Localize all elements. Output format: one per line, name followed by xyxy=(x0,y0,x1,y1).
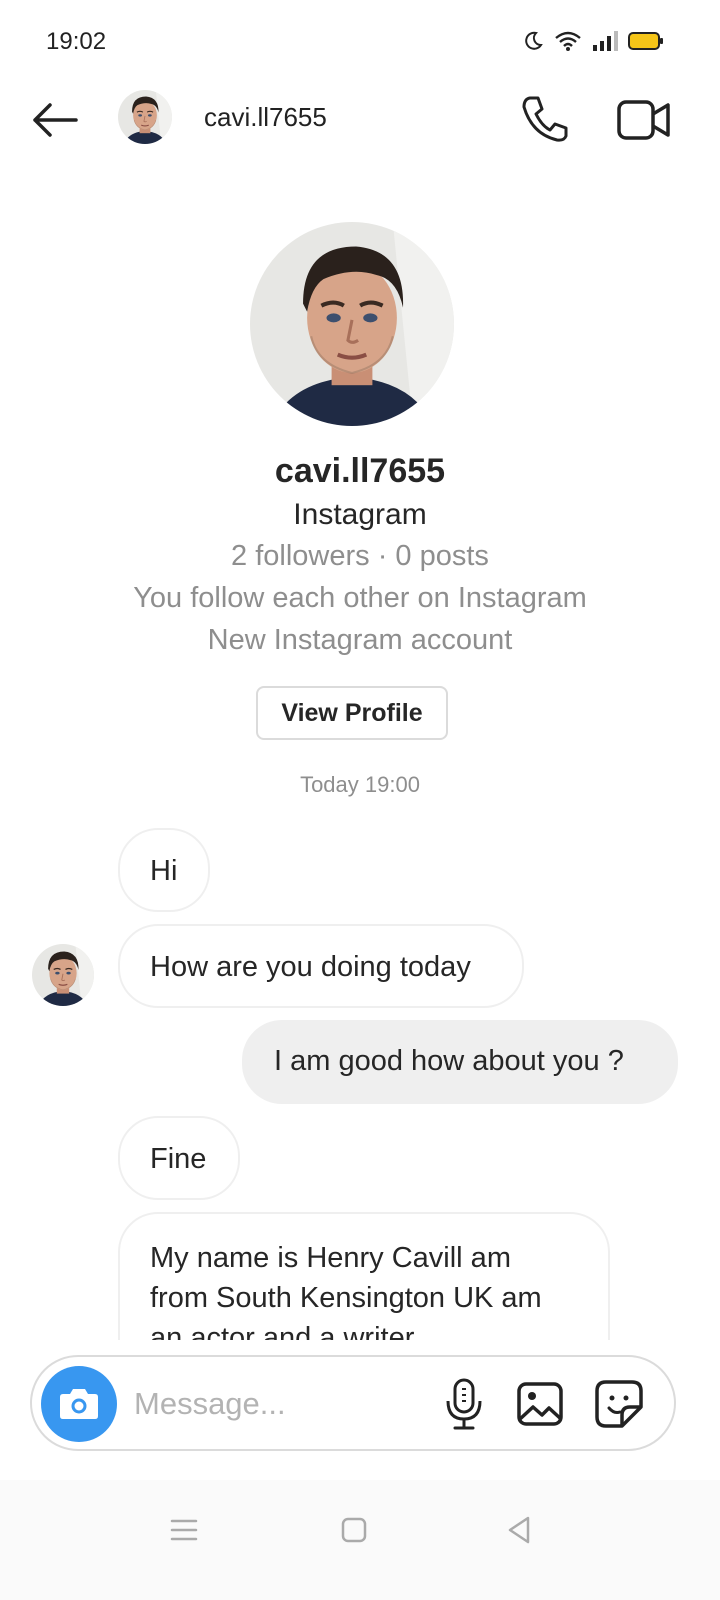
message-bubble[interactable]: Fine xyxy=(118,1116,240,1200)
chat-header: cavi.ll7655 xyxy=(0,86,720,156)
sticker-button[interactable] xyxy=(594,1379,644,1429)
system-back-button[interactable] xyxy=(500,1510,540,1550)
voice-message-button[interactable] xyxy=(442,1377,486,1431)
system-nav-bar xyxy=(0,1480,720,1600)
message-composer xyxy=(30,1355,676,1451)
signal-icon xyxy=(592,31,618,51)
video-call-button[interactable] xyxy=(616,96,672,144)
audio-call-button[interactable] xyxy=(520,94,570,144)
header-avatar[interactable] xyxy=(118,90,172,144)
message-bubble[interactable]: My name is Henry Cavill am from South Ke… xyxy=(118,1212,610,1340)
profile-note: New Instagram account xyxy=(207,624,513,656)
message-text: Hi xyxy=(150,855,178,887)
chat-timestamp: Today 19:00 xyxy=(300,772,420,797)
view-profile-button[interactable]: View Profile xyxy=(256,686,448,740)
arrow-left-icon xyxy=(33,103,78,137)
message-text-line: My name is Henry Cavill am xyxy=(150,1242,511,1274)
message-bubble[interactable]: How are you doing today xyxy=(118,924,524,1008)
message-bubble[interactable]: Hi xyxy=(118,828,210,912)
profile-subtitle: Instagram xyxy=(293,498,427,531)
gallery-button[interactable] xyxy=(516,1381,564,1427)
camera-button[interactable] xyxy=(41,1366,117,1442)
recent-apps-button[interactable] xyxy=(164,1510,204,1550)
profile-mutual: You follow each other on Instagram xyxy=(133,582,587,614)
message-text: How are you doing today xyxy=(150,951,471,983)
video-camera-icon xyxy=(617,100,670,140)
back-triangle-icon xyxy=(508,1516,530,1544)
sticker-icon xyxy=(595,1380,643,1428)
message-text: I am good how about you ? xyxy=(274,1045,624,1077)
back-button[interactable] xyxy=(30,102,80,138)
message-text-line: an actor and a writer xyxy=(150,1322,415,1340)
image-icon xyxy=(517,1382,563,1426)
header-username[interactable]: cavi.ll7655 xyxy=(204,102,327,133)
phone-icon xyxy=(522,96,568,142)
message-clip: My name is Henry Cavill am from South Ke… xyxy=(0,1200,720,1340)
status-icons xyxy=(522,30,664,52)
home-square-icon xyxy=(341,1517,367,1543)
menu-icon xyxy=(170,1519,198,1541)
sender-avatar[interactable] xyxy=(32,944,94,1006)
message-text-line: from South Kensington UK am xyxy=(150,1282,542,1314)
status-time: 19:02 xyxy=(46,28,107,55)
message-text: Fine xyxy=(150,1143,207,1175)
message-bubble-outgoing[interactable]: I am good how about you ? xyxy=(242,1020,678,1104)
home-button[interactable] xyxy=(334,1510,374,1550)
camera-icon xyxy=(60,1389,98,1419)
moon-icon xyxy=(522,30,544,52)
wifi-icon xyxy=(554,30,582,52)
status-bar: 19:02 xyxy=(0,0,720,86)
profile-photo[interactable] xyxy=(250,222,454,426)
battery-icon xyxy=(628,31,664,51)
microphone-icon xyxy=(446,1378,482,1430)
message-input[interactable] xyxy=(132,1379,426,1429)
profile-stats: 2 followers · 0 posts xyxy=(231,540,489,572)
profile-name: cavi.ll7655 xyxy=(274,452,446,490)
